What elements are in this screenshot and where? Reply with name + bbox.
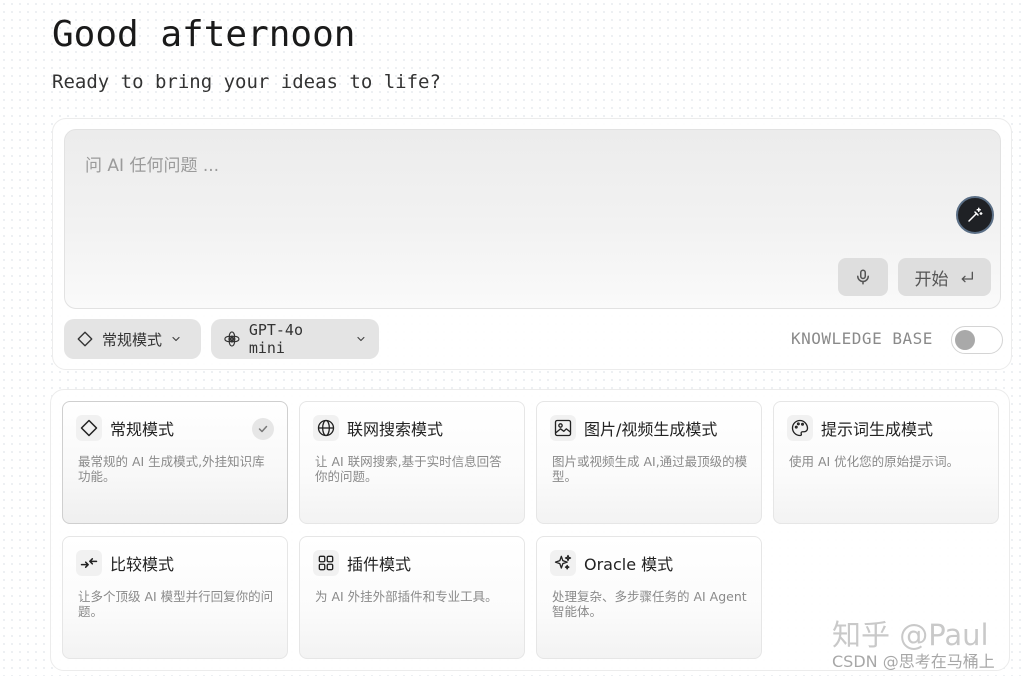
mode-card-prompt-gen[interactable]: 提示词生成模式 使用 AI 优化您的原始提示词。	[773, 401, 999, 524]
greeting-subtitle: Ready to bring your ideas to life?	[52, 71, 441, 93]
mode-title: 提示词生成模式	[821, 420, 934, 439]
start-button[interactable]: 开始	[898, 258, 991, 296]
mode-card-plugin[interactable]: 插件模式 为 AI 外挂外部插件和专业工具。	[299, 536, 525, 659]
grid-icon	[313, 550, 339, 576]
mode-title: 常规模式	[110, 420, 175, 439]
mode-description: 为 AI 外挂外部插件和专业工具。	[315, 589, 498, 604]
openai-logo-icon	[224, 331, 240, 347]
mode-description: 使用 AI 优化您的原始提示词。	[789, 454, 960, 469]
chevron-down-icon	[357, 336, 365, 342]
mode-card-oracle[interactable]: Oracle 模式 处理复杂、多步骤任务的 AI Agent 智能体。	[536, 536, 762, 659]
magic-wand-icon	[968, 207, 983, 222]
mode-description: 处理复杂、多步骤任务的 AI Agent 智能体。	[552, 589, 747, 619]
mode-selector-label: 常规模式	[102, 330, 163, 349]
mode-title: 插件模式	[347, 555, 412, 574]
check-icon	[252, 418, 274, 440]
compare-arrows-icon	[76, 550, 102, 576]
model-selector-label: GPT-4o mini	[248, 321, 303, 357]
mode-description: 图片或视频生成 AI,通过最顶级的模型。	[552, 454, 748, 484]
mode-selector[interactable]: 常规模式	[64, 319, 201, 359]
mode-card-image-video[interactable]: 图片/视频生成模式 图片或视频生成 AI,通过最顶级的模型。	[536, 401, 762, 524]
mode-description: 让 AI 联网搜索,基于实时信息回答你的问题。	[315, 454, 502, 484]
mode-title: 联网搜索模式	[347, 420, 444, 439]
chevron-down-icon	[172, 336, 180, 342]
toggle-knob	[955, 330, 975, 350]
watermark-sub: CSDN @思考在马桶上	[832, 652, 995, 671]
enter-key-icon	[961, 271, 973, 283]
start-button-label: 开始	[914, 269, 949, 290]
diamond-icon	[77, 331, 93, 347]
prompt-card: 开始 常规模式 GPT-4o	[52, 118, 1012, 370]
prompt-input[interactable]	[83, 150, 947, 182]
mode-card-normal[interactable]: 常规模式 最常规的 AI 生成模式,外挂知识库功能。	[62, 401, 288, 524]
prompt-area[interactable]: 开始	[64, 129, 1001, 309]
mode-card-web-search[interactable]: 联网搜索模式 让 AI 联网搜索,基于实时信息回答你的问题。	[299, 401, 525, 524]
globe-icon	[313, 415, 339, 441]
palette-icon	[787, 415, 813, 441]
knowledge-base-label: KNOWLEDGE BASE	[791, 329, 933, 348]
mode-card-compare[interactable]: 比较模式 让多个顶级 AI 模型并行回复你的问题。	[62, 536, 288, 659]
greeting-title: Good afternoon	[52, 14, 356, 55]
microphone-button[interactable]	[838, 258, 888, 296]
mode-description: 最常规的 AI 生成模式,外挂知识库功能。	[78, 454, 265, 484]
sparkles-icon	[550, 550, 576, 576]
page: Good afternoon Ready to bring your ideas…	[0, 0, 1027, 676]
mode-title: 图片/视频生成模式	[584, 420, 718, 439]
image-icon	[550, 415, 576, 441]
microphone-icon	[857, 269, 869, 285]
diamond-icon	[76, 415, 102, 441]
knowledge-base-toggle[interactable]	[951, 326, 1003, 354]
mode-title: 比较模式	[110, 555, 175, 574]
magic-enhance-button[interactable]	[956, 196, 994, 234]
mode-description: 让多个顶级 AI 模型并行回复你的问题。	[78, 589, 274, 619]
model-selector[interactable]: GPT-4o mini	[211, 319, 379, 359]
mode-title: Oracle 模式	[584, 555, 674, 574]
